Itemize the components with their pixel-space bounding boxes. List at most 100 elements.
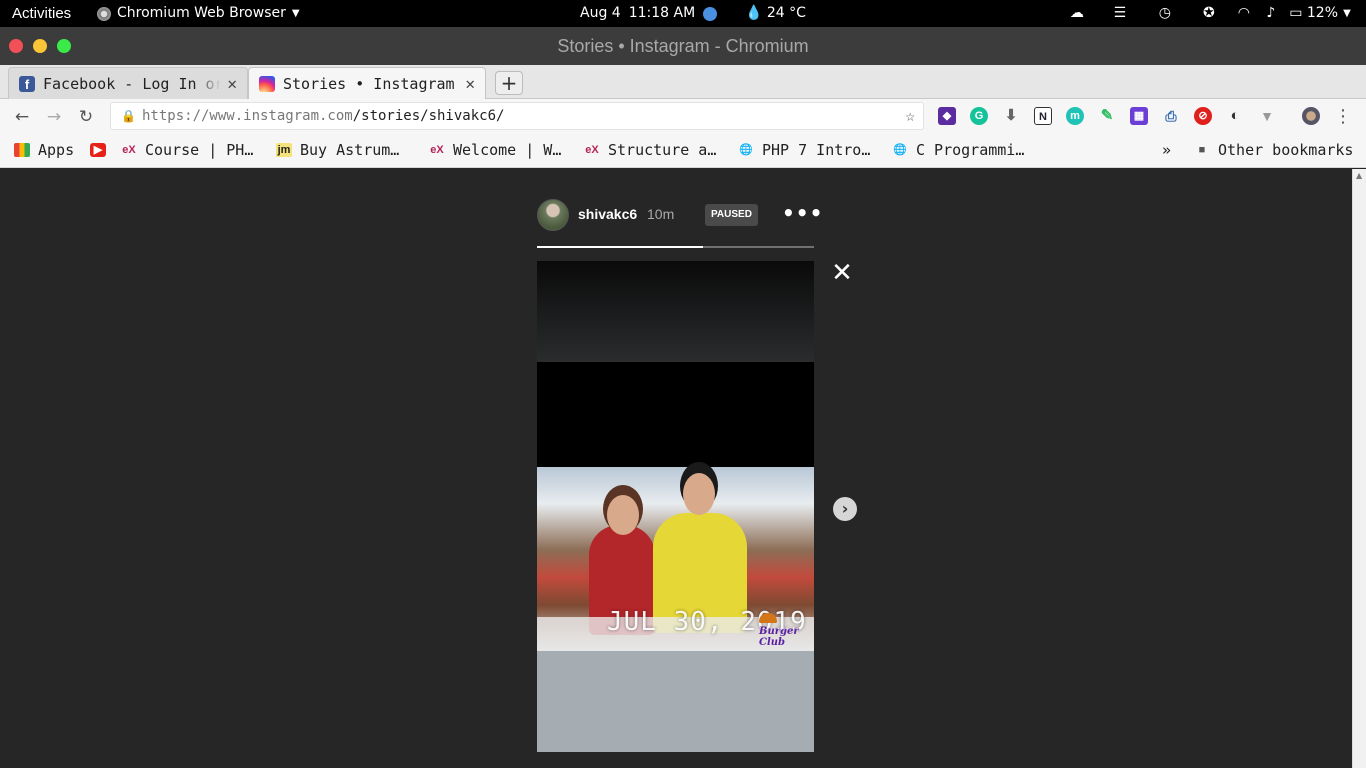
- bookmark-youtube[interactable]: ▶: [90, 134, 114, 166]
- clock-date: Aug 4: [580, 5, 621, 21]
- bookmark-label: Apps: [38, 141, 75, 159]
- reload-icon[interactable]: ↻: [74, 105, 98, 129]
- bookmark-course[interactable]: eX Course | PH…: [121, 134, 253, 166]
- back-icon[interactable]: ←: [10, 105, 34, 129]
- youtube-icon: ▶: [90, 143, 106, 157]
- mercury-icon[interactable]: m: [1066, 107, 1084, 125]
- caret-down-icon[interactable]: ▼: [1338, 0, 1356, 27]
- scroll-up-icon[interactable]: ▲: [1356, 171, 1362, 180]
- bookmark-welcome[interactable]: eX Welcome | W…: [429, 134, 561, 166]
- clock-time: 11:18 AM: [628, 5, 696, 21]
- activities-button[interactable]: Activities: [12, 0, 71, 27]
- bookmarks-bar: Apps ▶ eX Course | PH… jm Buy Astrum… eX…: [0, 134, 1366, 168]
- next-story-button[interactable]: ›: [833, 497, 857, 521]
- page-scrollbar[interactable]: ▲: [1352, 169, 1366, 768]
- extension-stack-icon[interactable]: ◆: [938, 107, 956, 125]
- browser-toolbar: ← → ↻ 🔒 https://www.instagram.com/storie…: [0, 99, 1366, 134]
- bookmark-label: Welcome | W…: [453, 141, 562, 159]
- bookmark-c-programming[interactable]: 🌐 C Programmi…: [892, 134, 1024, 166]
- battery-icon[interactable]: ▭: [1285, 0, 1307, 27]
- bookmark-label: Buy Astrum…: [300, 141, 400, 159]
- story-progress-fill: [537, 246, 704, 248]
- bookmark-php7[interactable]: 🌐 PHP 7 Intro…: [738, 134, 870, 166]
- volume-icon[interactable]: ♪: [1257, 0, 1285, 27]
- weather-indicator[interactable]: 💧 24 °C: [745, 0, 806, 27]
- caret-down-icon: ▼: [291, 8, 300, 19]
- more-options-icon[interactable]: •••: [782, 202, 823, 224]
- weather-temp: 24 °C: [766, 5, 806, 21]
- dark-mode-icon[interactable]: ◐: [1226, 107, 1244, 125]
- tab-instagram[interactable]: Stories • Instagram ✕: [248, 67, 486, 99]
- story-background-middle: [537, 362, 814, 467]
- story-progress-bar: [537, 246, 814, 248]
- bookmark-star-icon[interactable]: ☆: [905, 103, 915, 129]
- avatar[interactable]: [537, 199, 569, 231]
- edx-icon: eX: [430, 144, 444, 156]
- bookmark-label: Structure a…: [608, 141, 717, 159]
- block-icon[interactable]: ⊘: [1194, 107, 1212, 125]
- tab-title: Stories • Instagram: [283, 74, 455, 93]
- menu-list-icon[interactable]: ☰: [1097, 0, 1143, 27]
- close-icon[interactable]: ✕: [465, 74, 475, 93]
- instagram-icon: [259, 75, 275, 92]
- edx-icon: eX: [122, 144, 136, 156]
- window-titlebar: Stories • Instagram - Chromium: [0, 27, 1366, 65]
- app-menu-label: Chromium Web Browser: [117, 5, 286, 21]
- download-icon[interactable]: ⬇: [1002, 107, 1020, 125]
- bookmark-label: PHP 7 Intro…: [762, 141, 871, 159]
- bookmark-label: Other bookmarks: [1218, 141, 1354, 159]
- story-header: shivakc6 10m PAUSED •••: [537, 199, 822, 231]
- status-badge: PAUSED: [705, 204, 758, 226]
- new-tab-button[interactable]: +: [495, 71, 523, 95]
- wifi-icon[interactable]: ◠: [1231, 0, 1257, 27]
- bookmark-label: Course | PH…: [145, 141, 254, 159]
- tab-facebook[interactable]: f Facebook - Log In or Sign Up ✕: [8, 67, 248, 99]
- story-time-ago: 10m: [647, 206, 675, 222]
- window-title: Stories • Instagram - Chromium: [557, 36, 809, 56]
- story-username[interactable]: shivakc6: [578, 206, 637, 222]
- system-top-bar: Activities Chromium Web Browser ▼ Aug 4 …: [0, 0, 1366, 27]
- bookmark-apps[interactable]: Apps: [14, 134, 74, 166]
- browser-menu-icon[interactable]: ⋮: [1334, 105, 1352, 129]
- apps-grid-icon: [14, 143, 30, 157]
- evernote-icon[interactable]: ✎: [1098, 107, 1116, 125]
- cloud-icon[interactable]: ☁: [1057, 0, 1097, 27]
- globe-icon: 🌐: [893, 144, 907, 156]
- close-icon[interactable]: ✕: [227, 74, 237, 93]
- print-icon[interactable]: ⎙: [1162, 107, 1180, 125]
- close-icon[interactable]: ✕: [830, 260, 854, 286]
- globe-icon: 🌐: [739, 144, 753, 156]
- burger-icon: [759, 613, 777, 623]
- address-bar[interactable]: 🔒 https://www.instagram.com/stories/shiv…: [110, 102, 924, 130]
- url-text: https://www.instagram.com/stories/shivak…: [142, 108, 505, 124]
- people-icon[interactable]: ✪: [1187, 0, 1231, 27]
- bookmark-buy-astrum[interactable]: jm Buy Astrum…: [276, 134, 399, 166]
- story-photo: JUL 30, 2019 Burger Club: [537, 467, 814, 651]
- story-media[interactable]: JUL 30, 2019 Burger Club: [537, 261, 814, 752]
- forward-icon[interactable]: →: [42, 105, 66, 129]
- tab-strip: f Facebook - Log In or Sign Up ✕ Stories…: [0, 65, 1366, 99]
- facebook-icon: f: [19, 75, 35, 92]
- battery-level: 12%: [1306, 5, 1338, 21]
- bookmark-other-folder[interactable]: ■ Other bookmarks: [1194, 134, 1354, 166]
- app-menu[interactable]: Chromium Web Browser ▼: [97, 0, 300, 27]
- notification-icon: [703, 6, 718, 21]
- grammarly-icon[interactable]: G: [970, 107, 988, 125]
- burger-club-logo: Burger Club: [759, 613, 813, 648]
- clock-icon[interactable]: ◷: [1143, 0, 1187, 27]
- pattern-icon[interactable]: ▦: [1130, 107, 1148, 125]
- weather-icon: 💧: [745, 5, 763, 21]
- jm-icon: jm: [276, 143, 292, 157]
- system-tray[interactable]: ☁ ☰ ◷ ✪ ◠ ♪ ▭ 12% ▼: [1057, 0, 1356, 27]
- notion-icon[interactable]: N: [1034, 107, 1052, 125]
- vue-icon[interactable]: ▼: [1258, 107, 1276, 125]
- folder-icon: ■: [1198, 144, 1206, 156]
- lock-icon: 🔒: [121, 109, 136, 123]
- chromium-icon: [97, 6, 111, 21]
- profile-avatar[interactable]: [1302, 107, 1320, 125]
- bookmarks-overflow-button[interactable]: »: [1162, 134, 1171, 166]
- clock[interactable]: Aug 4 11:18 AM: [580, 0, 718, 27]
- bookmark-label: C Programmi…: [916, 141, 1025, 159]
- bookmark-structure[interactable]: eX Structure a…: [584, 134, 716, 166]
- story-background-top: [537, 261, 814, 362]
